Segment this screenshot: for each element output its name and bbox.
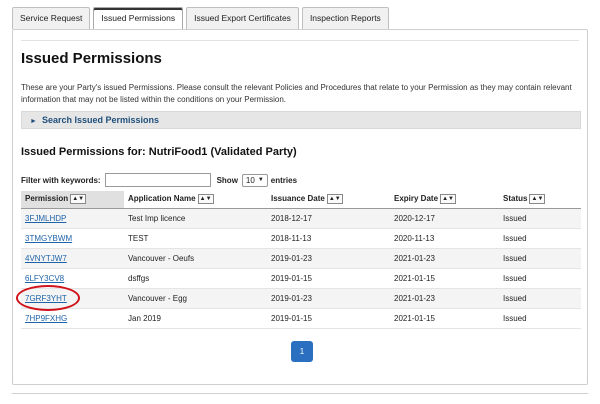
content-panel: Issued Permissions These are your Party'… [12,29,588,385]
entries-select[interactable]: 10 ▼ [241,173,268,187]
sort-up-down-icon[interactable]: ▲▼ [197,194,214,205]
issuance-date-cell: 2019-01-15 [267,268,390,289]
expiry-date-cell: 2020-12-17 [390,208,499,229]
application-name-cell: Test Imp licence [124,208,267,229]
issuance-date-cell: 2018-12-17 [267,208,390,229]
application-name-cell: Jan 2019 [124,308,267,329]
intro-text: These are your Party's issued Permission… [21,83,572,104]
sort-up-down-icon[interactable]: ▲▼ [326,194,343,205]
triangle-right-icon: ► [30,118,37,125]
permission-link[interactable]: 3FJMLHDP [25,214,66,223]
top-divider [21,40,579,41]
entries-select-value: 10 [245,175,255,185]
section-title: Issued Permissions for: NutriFood1 (Vali… [21,146,297,158]
tab-issued-permissions[interactable]: Issued Permissions [93,7,184,29]
application-name-cell: Vancouver - Egg [124,288,267,309]
tab-inspection-reports[interactable]: Inspection Reports [301,7,389,29]
search-toggle-label: Search Issued Permissions [41,115,159,125]
pagination-page-button[interactable]: 1 [291,341,313,362]
permission-link[interactable]: 4VNYTJW7 [25,254,67,263]
table-row: 6LFY3CV8 dsffgs 2019-01-15 2021-01-15 Is… [21,268,581,289]
table-row: 3FJMLHDP Test Imp licence 2018-12-17 202… [21,208,581,229]
page-title: Issued Permissions [21,50,162,67]
table-row: 3TMGYBWM TEST 2018-11-13 2020-11-13 Issu… [21,228,581,249]
status-cell: Issued [499,288,581,309]
entries-label: entries [270,175,298,185]
issuance-date-cell: 2019-01-15 [267,308,390,329]
application-name-cell: dsffgs [124,268,267,289]
expiry-date-cell: 2020-11-13 [390,228,499,249]
expiry-date-cell: 2021-01-15 [390,308,499,329]
expiry-date-cell: 2021-01-23 [390,248,499,269]
filter-label: Filter with keywords: [21,175,101,185]
tab-service-request[interactable]: Service Request [12,7,91,29]
issuance-date-cell: 2019-01-23 [267,288,390,309]
column-header-status[interactable]: Status ▲▼ [499,191,581,209]
sort-up-down-icon[interactable]: ▲▼ [529,194,546,205]
table-row: 7HP9FXHG Jan 2019 2019-01-15 2021-01-15 … [21,308,581,329]
sort-up-down-icon[interactable]: ▲▼ [440,194,457,205]
table-header-row: Permission ▲▼ Application Name ▲▼ Issuance… [21,191,581,209]
table-row: 7GRF3YHT Vancouver - Egg 2019-01-23 2021… [21,288,581,309]
column-header-application-name[interactable]: Application Name ▲▼ [124,191,267,209]
column-header-permission[interactable]: Permission ▲▼ [21,191,124,209]
permission-link[interactable]: 3TMGYBWM [25,234,72,243]
status-cell: Issued [499,208,581,229]
permissions-table: Permission ▲▼ Application Name ▲▼ Issuance… [21,191,581,329]
tab-bar: Service Request Issued Permissions Issue… [12,7,389,29]
search-issued-permissions-toggle[interactable]: ► Search Issued Permissions [21,111,581,129]
expiry-date-cell: 2021-01-23 [390,288,499,309]
column-header-issuance-date[interactable]: Issuance Date ▲▼ [267,191,390,209]
application-name-cell: TEST [124,228,267,249]
chevron-down-icon: ▼ [257,176,264,183]
status-cell: Issued [499,268,581,289]
status-cell: Issued [499,308,581,329]
expiry-date-cell: 2021-01-15 [390,268,499,289]
filter-keywords-input[interactable] [104,173,211,187]
sort-up-down-icon[interactable]: ▲▼ [70,194,87,205]
status-cell: Issued [499,248,581,269]
issuance-date-cell: 2019-01-23 [267,248,390,269]
show-label: Show [216,175,238,185]
permission-link[interactable]: 7HP9FXHG [25,314,67,323]
permission-link[interactable]: 6LFY3CV8 [25,274,64,283]
filter-row: Filter with keywords: Show 10 ▼ entries [21,173,297,187]
bottom-divider [12,393,588,394]
application-name-cell: Vancouver - Oeufs [124,248,267,269]
tab-issued-export-certificates[interactable]: Issued Export Certificates [186,7,299,29]
column-header-expiry-date[interactable]: Expiry Date ▲▼ [390,191,499,209]
table-row: 4VNYTJW7 Vancouver - Oeufs 2019-01-23 20… [21,248,581,269]
permission-link[interactable]: 7GRF3YHT [25,294,67,303]
issuance-date-cell: 2018-11-13 [267,228,390,249]
status-cell: Issued [499,228,581,249]
